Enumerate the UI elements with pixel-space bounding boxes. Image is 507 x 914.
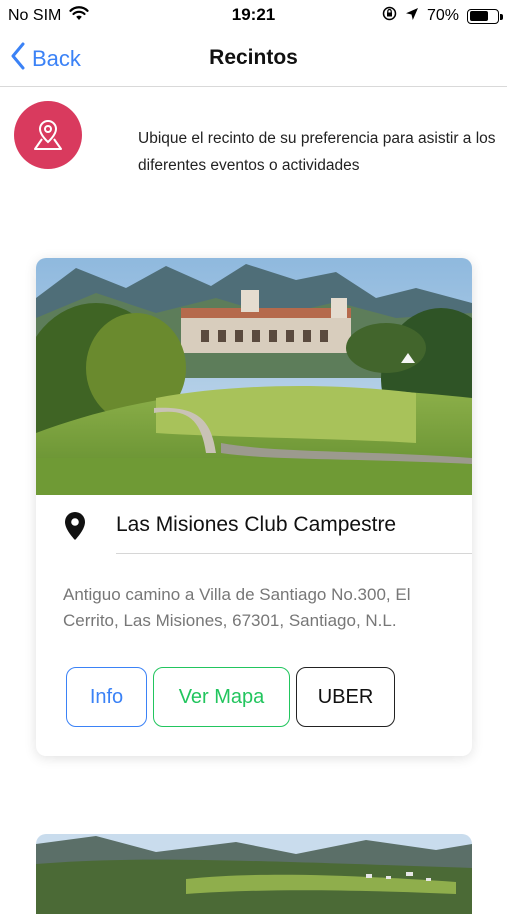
map-pin-icon [14,101,82,169]
venue-card-next[interactable] [36,834,472,914]
navigation-bar: Back Recintos [0,30,507,87]
divider [116,553,472,554]
info-button[interactable]: Info [66,667,147,727]
orientation-lock-icon [382,6,397,26]
status-right: 70% [382,6,503,26]
status-bar: No SIM 19:21 70% [0,0,507,30]
venue-title-row: Las Misiones Club Campestre [36,495,472,555]
venue-card[interactable]: Las Misiones Club Campestre Antiguo cami… [36,258,472,756]
location-pin-icon [64,511,86,546]
battery-fill [469,11,489,21]
page-title: Recintos [209,46,298,69]
venue-photo [36,258,472,495]
venue-photo-next [36,834,472,914]
intro-section: Ubique el recinto de su preferencia para… [0,87,507,207]
venue-address: Antiguo camino a Villa de Santiago No.30… [63,585,411,630]
venue-actions: Info Ver Mapa UBER [66,667,395,727]
uber-button[interactable]: UBER [296,667,395,727]
battery-icon [467,8,503,24]
location-arrow-icon [405,7,419,26]
battery-cap [500,13,503,20]
battery-percent: 70% [426,7,459,24]
view-map-button[interactable]: Ver Mapa [153,667,290,727]
venue-name: Las Misiones Club Campestre [116,513,397,536]
intro-text: Ubique el recinto de su preferencia para… [138,130,496,174]
